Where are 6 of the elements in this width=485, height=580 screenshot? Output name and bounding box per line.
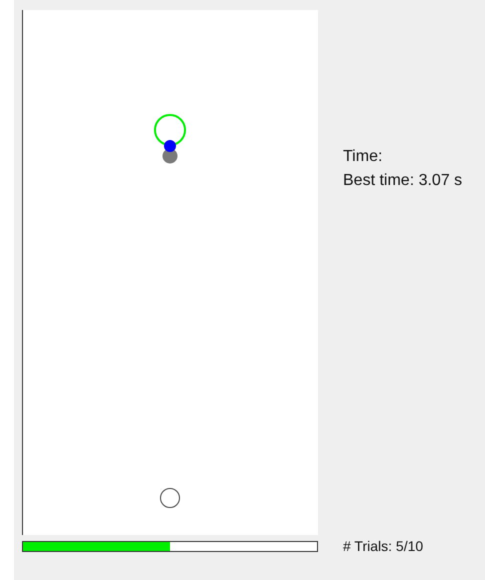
cursor-dot — [164, 140, 176, 152]
target-ring — [154, 114, 186, 146]
best-time-label: Best time: 3.07 s — [343, 171, 462, 191]
time-label: Time: — [343, 147, 384, 167]
start-circle — [160, 488, 180, 508]
trials-counter: # Trials: 5/10 — [343, 538, 424, 554]
